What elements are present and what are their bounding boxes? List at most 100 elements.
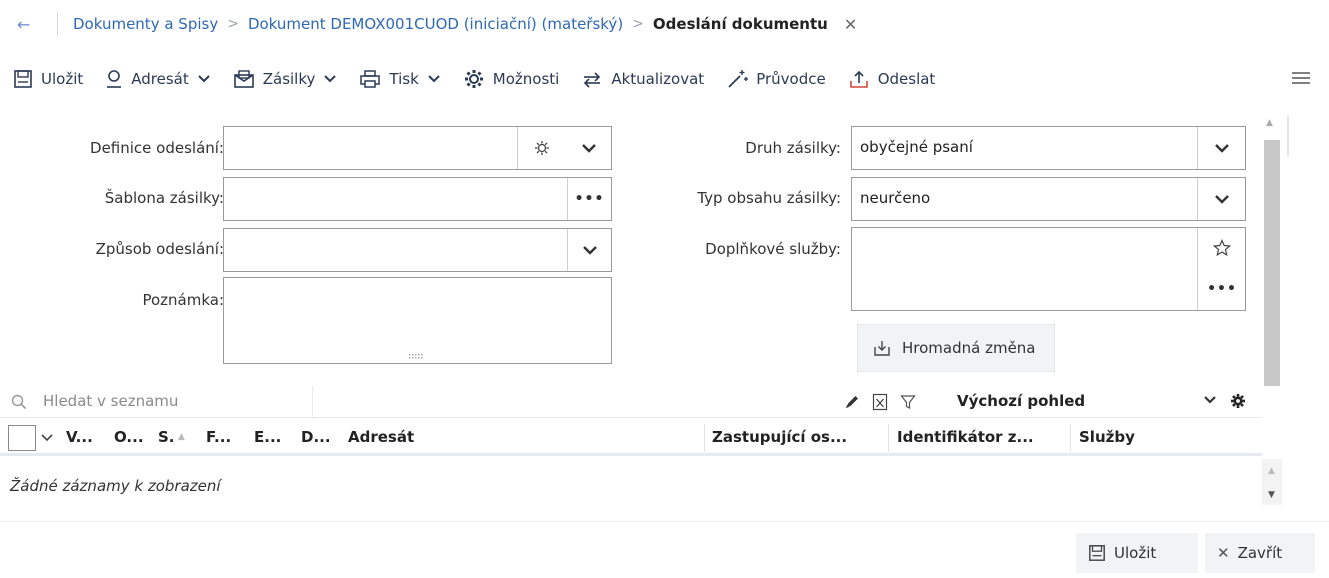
breadcrumb-separator-icon: > bbox=[227, 16, 239, 32]
extra-services-browse-button[interactable]: ••• bbox=[1198, 268, 1246, 310]
pencil-icon[interactable] bbox=[844, 394, 860, 410]
gear-icon bbox=[464, 70, 483, 88]
column-header[interactable]: Služby bbox=[1079, 428, 1135, 446]
column-header[interactable]: Identifikátor z... bbox=[897, 428, 1034, 446]
toolbar: Uložit Adresát Zásilky Tisk Možnosti Akt… bbox=[0, 48, 1329, 110]
column-divider bbox=[888, 424, 889, 452]
extra-services-buttons: ••• bbox=[1197, 228, 1245, 310]
view-selector[interactable]: Výchozí pohled bbox=[957, 392, 1085, 410]
close-icon: ✕ bbox=[1217, 544, 1230, 562]
send-definition-dropdown-button[interactable] bbox=[567, 127, 611, 169]
extra-services-field[interactable]: ••• bbox=[851, 227, 1246, 311]
excel-export-icon[interactable] bbox=[872, 393, 888, 411]
column-header[interactable]: O... bbox=[114, 428, 144, 446]
send-button[interactable]: Odeslat bbox=[835, 59, 945, 99]
content-type-value: neurčeno bbox=[860, 189, 931, 207]
footer-save-button[interactable]: Uložit bbox=[1076, 533, 1198, 573]
person-icon bbox=[107, 70, 122, 88]
shipments-menu-button[interactable]: Zásilky bbox=[220, 59, 347, 99]
wizard-button[interactable]: Průvodce bbox=[713, 59, 835, 99]
search-divider bbox=[312, 386, 313, 418]
select-all-checkbox[interactable] bbox=[8, 425, 36, 451]
chevron-down-icon bbox=[1214, 144, 1229, 153]
column-header[interactable]: E... bbox=[254, 428, 281, 446]
breadcrumb-item-document[interactable]: Dokument DEMOX001CUOD (iniciační) (mateř… bbox=[248, 15, 623, 33]
save-icon bbox=[1089, 545, 1105, 561]
shipment-template-label: Šablona zásilky: bbox=[104, 189, 224, 207]
note-label: Poznámka: bbox=[142, 291, 224, 309]
breadcrumb-separator-icon: > bbox=[632, 16, 644, 32]
send-method-dropdown-button[interactable] bbox=[567, 229, 611, 271]
recipient-menu-label: Adresát bbox=[131, 70, 189, 88]
scroll-up-arrow-icon[interactable]: ▲ bbox=[1266, 118, 1273, 128]
gear-icon bbox=[534, 141, 549, 155]
favorites-star-button[interactable] bbox=[1198, 228, 1246, 268]
send-method-field[interactable] bbox=[223, 228, 612, 272]
send-definition-field[interactable] bbox=[223, 126, 612, 170]
options-button[interactable]: Možnosti bbox=[450, 59, 569, 99]
save-icon bbox=[14, 70, 32, 88]
content-type-dropdown-button[interactable] bbox=[1197, 178, 1245, 220]
column-header[interactable]: V... bbox=[66, 428, 93, 446]
chevron-down-icon bbox=[1214, 195, 1229, 204]
breadcrumb: ← Dokumenty a Spisy > Dokument DEMOX001C… bbox=[0, 0, 1329, 48]
footer-divider bbox=[0, 521, 1329, 522]
bulk-change-button[interactable]: Hromadná změna bbox=[857, 324, 1055, 372]
sort-ascending-icon: ▲ bbox=[178, 432, 185, 442]
save-button[interactable]: Uložit bbox=[0, 59, 92, 99]
close-tab-icon[interactable]: ✕ bbox=[844, 15, 857, 34]
note-textarea[interactable] bbox=[223, 277, 612, 364]
envelope-icon bbox=[233, 70, 254, 88]
chevron-down-icon[interactable] bbox=[41, 434, 53, 442]
scroll-up-arrow-icon[interactable]: ▲ bbox=[1268, 466, 1275, 476]
column-header[interactable]: Zastupující os... bbox=[712, 428, 847, 446]
ellipsis-icon: ••• bbox=[574, 191, 605, 207]
footer-close-label: Zavřít bbox=[1237, 544, 1283, 562]
breadcrumb-current: Odeslání dokumentu bbox=[652, 15, 828, 33]
recipient-menu-button[interactable]: Adresát bbox=[92, 59, 219, 99]
chevron-down-icon[interactable] bbox=[1203, 395, 1217, 405]
print-menu-button[interactable]: Tisk bbox=[346, 59, 449, 99]
shipment-kind-select[interactable]: obyčejné psaní bbox=[851, 126, 1246, 170]
footer-save-label: Uložit bbox=[1114, 544, 1157, 562]
search-icon bbox=[11, 394, 27, 410]
column-header[interactable]: Adresát bbox=[348, 428, 414, 446]
column-header[interactable]: S. bbox=[158, 428, 175, 446]
column-divider bbox=[704, 424, 705, 452]
wizard-button-label: Průvodce bbox=[756, 70, 826, 88]
grid-header: V... O... S. ▲ F... E... D... Adresát Za… bbox=[0, 420, 1262, 456]
refresh-icon bbox=[584, 72, 601, 88]
form-scrollbar-thumb[interactable] bbox=[1264, 140, 1280, 386]
send-definition-label: Definice odeslání: bbox=[90, 139, 224, 157]
breadcrumb-item-documents[interactable]: Dokumenty a Spisy bbox=[73, 15, 218, 33]
empty-message: Žádné záznamy k zobrazení bbox=[10, 477, 221, 495]
star-icon bbox=[1213, 239, 1231, 257]
footer-close-button[interactable]: ✕ Zavřít bbox=[1205, 533, 1315, 573]
content-type-label: Typ obsahu zásilky: bbox=[697, 189, 841, 207]
list-search-input[interactable]: Hledat v seznamu bbox=[43, 392, 178, 410]
column-header[interactable]: F... bbox=[206, 428, 231, 446]
resize-handle-icon[interactable] bbox=[409, 354, 423, 359]
send-button-label: Odeslat bbox=[877, 70, 936, 88]
shipment-kind-value: obyčejné psaní bbox=[860, 138, 973, 156]
back-arrow-icon[interactable]: ← bbox=[17, 15, 37, 34]
gear-icon[interactable] bbox=[1230, 393, 1246, 409]
filter-icon[interactable] bbox=[900, 394, 916, 410]
extra-services-label: Doplňkové služby: bbox=[705, 240, 841, 258]
hamburger-menu-icon[interactable] bbox=[1291, 70, 1311, 90]
shipment-kind-dropdown-button[interactable] bbox=[1197, 127, 1245, 169]
breadcrumb-divider bbox=[57, 12, 58, 36]
chevron-down-icon bbox=[428, 75, 440, 83]
shipment-template-field[interactable]: ••• bbox=[223, 177, 612, 221]
outer-scrollbar[interactable] bbox=[1287, 116, 1289, 156]
magic-wand-icon bbox=[728, 70, 749, 88]
send-definition-settings-button[interactable] bbox=[517, 127, 565, 169]
column-header[interactable]: D... bbox=[301, 428, 331, 446]
refresh-button-label: Aktualizovat bbox=[611, 70, 705, 88]
scroll-down-arrow-icon[interactable]: ▼ bbox=[1268, 490, 1275, 500]
shipment-template-browse-button[interactable]: ••• bbox=[567, 178, 611, 220]
chevron-down-icon bbox=[198, 75, 210, 83]
refresh-button[interactable]: Aktualizovat bbox=[568, 59, 713, 99]
column-divider bbox=[1070, 424, 1071, 452]
content-type-select[interactable]: neurčeno bbox=[851, 177, 1246, 221]
